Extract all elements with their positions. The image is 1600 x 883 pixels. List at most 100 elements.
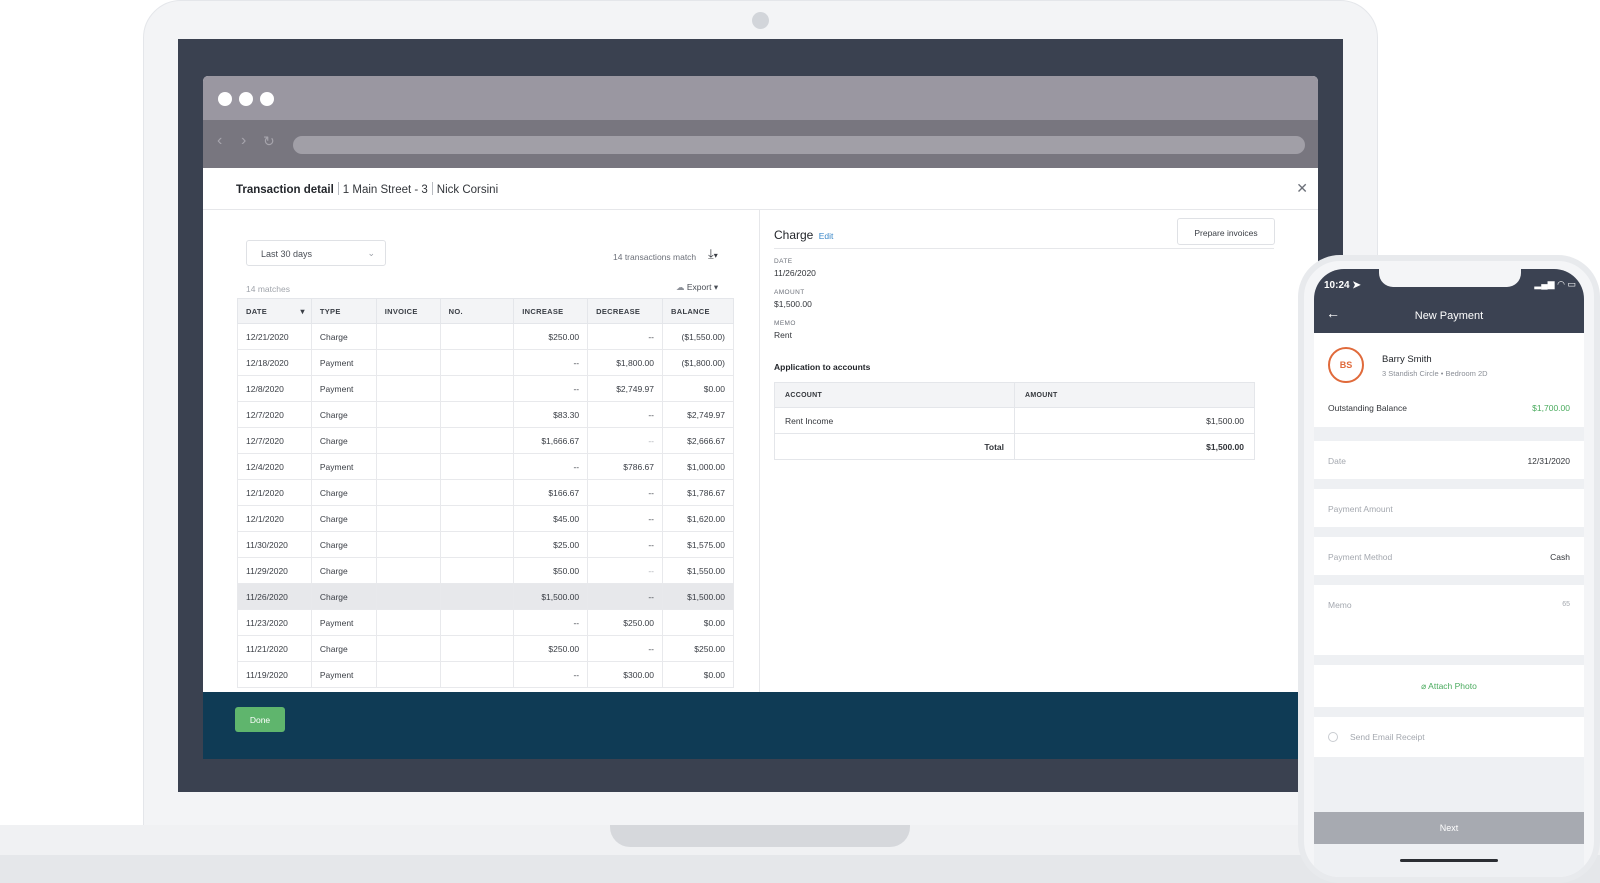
- cell-invoice: [375, 531, 441, 558]
- url-bar[interactable]: [293, 136, 1305, 154]
- column-header-date[interactable]: DATE ▾: [237, 298, 312, 324]
- sort-caret-icon[interactable]: ▾: [301, 307, 305, 316]
- reload-icon[interactable]: ↻: [263, 133, 275, 150]
- wifi-icon: ◠: [1557, 279, 1565, 289]
- table-row[interactable]: 11/19/2020 Payment -- $300.00 $0.00: [237, 661, 734, 688]
- window-dot-zoom[interactable]: [260, 92, 274, 106]
- column-header-type[interactable]: TYPE: [310, 298, 377, 324]
- cell-date: 12/7/2020: [237, 401, 312, 428]
- table-row[interactable]: 11/21/2020 Charge $250.00 -- $250.00: [237, 635, 734, 662]
- date-filter-value: Last 30 days: [261, 249, 313, 259]
- cell-increase: $1,500.00: [513, 583, 589, 610]
- done-button[interactable]: Done: [235, 707, 285, 732]
- cell-type: Charge: [310, 505, 377, 532]
- attach-photo-row[interactable]: ⌀ Attach Photo: [1314, 665, 1584, 707]
- column-header-decrease[interactable]: DECREASE: [587, 298, 664, 324]
- status-icons: ▂▄▆ ◠ ▭: [1534, 279, 1576, 290]
- cell-invoice: [375, 479, 441, 506]
- cell-no: [439, 375, 515, 402]
- tenant-name: Nick Corsini: [436, 184, 499, 196]
- table-row[interactable]: 12/21/2020 Charge $250.00 -- ($1,550.00): [237, 323, 734, 350]
- accounts-total-row: Total $1,500.00: [774, 433, 1255, 460]
- email-receipt-radio[interactable]: [1328, 732, 1338, 742]
- cell-balance: $1,575.00: [662, 531, 734, 558]
- cell-date: 11/29/2020: [237, 557, 312, 584]
- cell-no: [439, 557, 515, 584]
- table-row[interactable]: 12/1/2020 Charge $45.00 -- $1,620.00: [237, 505, 734, 532]
- email-receipt-row[interactable]: Send Email Receipt: [1314, 717, 1584, 757]
- window-dot-close[interactable]: [218, 92, 232, 106]
- phone-screen: 10:24 ➤ ▂▄▆ ◠ ▭ ← New Payment BS Barry S…: [1314, 269, 1584, 877]
- date-label: DATE: [774, 258, 793, 265]
- payment-amount-field[interactable]: Payment Amount: [1314, 489, 1584, 527]
- table-row[interactable]: 11/30/2020 Charge $25.00 -- $1,575.00: [237, 531, 734, 558]
- cell-no: [439, 635, 515, 662]
- date-field[interactable]: Date 12/31/2020: [1314, 441, 1584, 479]
- chevron-down-icon: ⌄: [367, 248, 375, 258]
- column-header-invoice[interactable]: INVOICE: [375, 298, 441, 324]
- cell-date: 12/1/2020: [237, 505, 312, 532]
- attach-photo-button[interactable]: ⌀ Attach Photo: [1314, 681, 1584, 692]
- cell-increase: $25.00: [513, 531, 589, 558]
- cell-invoice: [375, 661, 441, 688]
- cell-type: Payment: [310, 609, 377, 636]
- edit-link[interactable]: Edit: [819, 231, 834, 241]
- phone-header: 10:24 ➤ ▂▄▆ ◠ ▭ ← New Payment: [1314, 269, 1584, 333]
- close-icon[interactable]: ✕: [1296, 180, 1308, 197]
- cell-type: Charge: [310, 401, 377, 428]
- browser-navbar: ‹ › ↻: [203, 120, 1318, 168]
- cell-decrease: --: [587, 583, 664, 610]
- cell-type: Charge: [310, 427, 377, 454]
- table-row[interactable]: 12/4/2020 Payment -- $786.67 $1,000.00: [237, 453, 734, 480]
- column-header-balance[interactable]: BALANCE: [662, 298, 734, 324]
- next-button[interactable]: Next: [1314, 812, 1584, 844]
- back-icon[interactable]: ‹: [217, 132, 222, 150]
- cell-type: Payment: [310, 375, 377, 402]
- forward-icon[interactable]: ›: [241, 132, 246, 150]
- memo-field[interactable]: Memo 65: [1314, 585, 1584, 655]
- cell-no: [439, 401, 515, 428]
- table-row[interactable]: 11/26/2020 Charge $1,500.00 -- $1,500.00: [237, 583, 734, 610]
- export-button[interactable]: ☁ Export ▾: [676, 282, 718, 293]
- date-filter-select[interactable]: Last 30 days ⌄: [246, 240, 386, 266]
- column-header-no[interactable]: NO.: [439, 298, 515, 324]
- cell-invoice: [375, 323, 441, 350]
- cell-no: [439, 349, 515, 376]
- cell-date: 12/1/2020: [237, 479, 312, 506]
- table-row[interactable]: 12/1/2020 Charge $166.67 -- $1,786.67: [237, 479, 734, 506]
- window-dot-minimize[interactable]: [239, 92, 253, 106]
- table-row[interactable]: 12/7/2020 Charge $83.30 -- $2,749.97: [237, 401, 734, 428]
- cell-type: Charge: [310, 635, 377, 662]
- table-row[interactable]: 11/23/2020 Payment -- $250.00 $0.00: [237, 609, 734, 636]
- application-heading: Application to accounts: [774, 362, 871, 372]
- ledger-table: DATE ▾ TYPE INVOICE NO. INCREASE DECREASE BALAN…: [237, 298, 734, 688]
- transactions-match-count: 14 transactions match: [613, 252, 697, 262]
- cell-increase: $166.67: [513, 479, 589, 506]
- column-header-increase[interactable]: INCREASE: [513, 298, 589, 324]
- cell-type: Payment: [310, 453, 377, 480]
- ledger-pane: Last 30 days ⌄ 14 transactions match ⤓▾ …: [203, 210, 760, 692]
- table-row[interactable]: 12/7/2020 Charge $1,666.67 -- $2,666.67: [237, 427, 734, 454]
- account-amount: $1,500.00: [1014, 407, 1255, 434]
- payment-method-field[interactable]: Payment Method Cash: [1314, 537, 1584, 575]
- cell-invoice: [375, 557, 441, 584]
- account-column-header: ACCOUNT: [774, 382, 1015, 408]
- cell-decrease: --: [587, 479, 664, 506]
- prepare-invoices-button[interactable]: Prepare invoices: [1177, 218, 1275, 245]
- browser-titlebar: [203, 76, 1318, 120]
- tenant-name: Barry Smith: [1382, 354, 1432, 365]
- cell-invoice: [375, 349, 441, 376]
- home-indicator: [1400, 859, 1498, 862]
- cell-increase: $50.00: [513, 557, 589, 584]
- table-row[interactable]: 11/29/2020 Charge $50.00 -- $1,550.00: [237, 557, 734, 584]
- date-value: 12/31/2020: [1527, 456, 1570, 466]
- date-value: 11/26/2020: [774, 268, 816, 278]
- phone-notch: [1379, 269, 1521, 287]
- table-row[interactable]: 12/18/2020 Payment -- $1,800.00 ($1,800.00): [237, 349, 734, 376]
- cell-decrease: --: [587, 635, 664, 662]
- tenant-card[interactable]: BS Barry Smith 3 Standish Circle • Bedro…: [1314, 333, 1584, 387]
- cell-balance: $2,666.67: [662, 427, 734, 454]
- table-row[interactable]: 12/8/2020 Payment -- $2,749.97 $0.00: [237, 375, 734, 402]
- cell-type: Charge: [310, 323, 377, 350]
- download-icon[interactable]: ⤓▾: [708, 246, 718, 262]
